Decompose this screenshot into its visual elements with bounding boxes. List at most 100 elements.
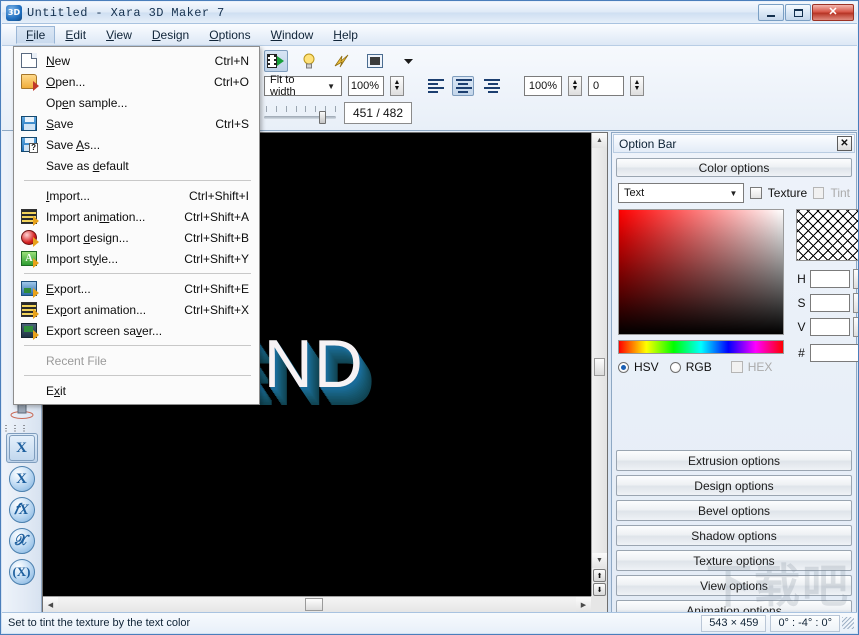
lighting-button[interactable]	[297, 50, 321, 72]
menu-view[interactable]: View	[96, 26, 142, 44]
menu-item-exit[interactable]: Exit	[14, 380, 259, 401]
menu-item-import-style[interactable]: A Import style... Ctrl+Shift+Y	[14, 248, 259, 269]
background-dropdown-button[interactable]	[396, 50, 420, 72]
minimize-button[interactable]	[758, 4, 784, 21]
rotate-stepper[interactable]: ▲▼	[630, 76, 644, 96]
menu-item-open-sample[interactable]: Open sample...	[14, 92, 259, 113]
menu-item-label: Open sample...	[46, 96, 127, 110]
menu-item-export-animation[interactable]: Export animation... Ctrl+Shift+X	[14, 299, 259, 320]
menu-separator	[24, 273, 251, 274]
color-target-combo[interactable]: Text ▼	[618, 183, 744, 203]
align-center-button[interactable]	[452, 76, 474, 96]
quick-render-button[interactable]	[330, 50, 354, 72]
menu-help[interactable]: Help	[323, 26, 368, 44]
zoom-mode-combo[interactable]: Fit to width ▼	[264, 76, 342, 96]
menu-file[interactable]: File	[16, 26, 55, 44]
horizontal-scroll-thumb[interactable]	[305, 598, 323, 611]
rotate-field[interactable]: 0	[588, 76, 624, 96]
align-left-button[interactable]	[424, 76, 446, 96]
zoom-percent-field[interactable]: 100%	[348, 76, 384, 96]
rgb-radio[interactable]	[670, 362, 681, 373]
tint-label: Tint	[830, 186, 850, 200]
section-texture-options[interactable]: Texture options	[616, 550, 852, 571]
toolbar-row-timeline: 451 / 482	[264, 102, 412, 124]
hue-stepper[interactable]: ▲▼	[853, 269, 859, 289]
menu-item-import-design[interactable]: Import design... Ctrl+Shift+B	[14, 227, 259, 248]
scroll-left-button[interactable]: ◀	[43, 597, 58, 612]
texture-checkbox[interactable]	[750, 187, 761, 199]
align-center-icon	[456, 79, 472, 81]
import-animation-icon	[18, 208, 40, 225]
hex-input[interactable]	[810, 344, 859, 362]
tint-checkbox[interactable]	[813, 187, 824, 199]
menu-design[interactable]: Design	[142, 26, 199, 44]
saturation-input[interactable]	[810, 294, 850, 312]
menu-edit[interactable]: Edit	[55, 26, 96, 44]
section-shadow-options[interactable]: Shadow options	[616, 525, 852, 546]
background-color-button[interactable]	[363, 50, 387, 72]
scroll-page-down-button[interactable]: ⬇	[593, 583, 606, 596]
menu-item-import[interactable]: Import... Ctrl+Shift+I	[14, 185, 259, 206]
tool-rail-item-1[interactable]: X	[6, 464, 38, 494]
menu-separator	[24, 345, 251, 346]
animation-toggle-button[interactable]	[264, 50, 288, 72]
saturation-stepper[interactable]: ▲▼	[853, 293, 859, 313]
scroll-up-button[interactable]: ▲	[592, 133, 607, 148]
tool-rail-item-2[interactable]: 𝑓X	[6, 495, 38, 525]
menu-item-save-as-default[interactable]: Save as default	[14, 155, 259, 176]
value-input[interactable]	[810, 318, 850, 336]
section-design-options[interactable]: Design options	[616, 475, 852, 496]
zoom-percent-stepper[interactable]: ▲▼	[390, 76, 404, 96]
animation-tool-icon: (X)	[9, 559, 35, 585]
section-bevel-options[interactable]: Bevel options	[616, 500, 852, 521]
blank-icon	[18, 352, 40, 369]
align-right-button[interactable]	[480, 76, 502, 96]
hue-slider[interactable]	[618, 340, 784, 354]
maximize-button[interactable]	[785, 4, 811, 21]
close-icon[interactable]: ✕	[837, 136, 852, 151]
scale-field[interactable]: 100%	[524, 76, 562, 96]
scale-stepper[interactable]: ▲▼	[568, 76, 582, 96]
menu-item-label: Save As...	[46, 138, 100, 152]
menu-item-save-as[interactable]: ? Save As...	[14, 134, 259, 155]
menu-options[interactable]: Options	[199, 26, 260, 44]
hsv-radio[interactable]	[618, 362, 629, 373]
saturation-value-picker[interactable]	[618, 209, 784, 335]
menu-item-export[interactable]: Export... Ctrl+Shift+E	[14, 278, 259, 299]
color-options-header[interactable]: Color options	[616, 158, 852, 177]
resize-grip-icon[interactable]	[842, 617, 854, 629]
menu-item-accel: Ctrl+Shift+I	[189, 189, 249, 203]
scroll-right-button[interactable]: ▶	[576, 597, 591, 612]
hue-label: H	[796, 272, 807, 286]
scroll-page-up-button[interactable]: ⬆	[593, 569, 606, 582]
tool-rail-item-4[interactable]: (X)	[6, 557, 38, 587]
menu-item-export-screen-saver[interactable]: Export screen saver...	[14, 320, 259, 341]
frame-slider[interactable]	[264, 102, 336, 124]
stepper-down-icon: ▼	[572, 86, 579, 92]
hex-checkbox[interactable]	[731, 361, 743, 373]
menu-window[interactable]: Window	[261, 26, 324, 44]
menu-item-open[interactable]: Open... Ctrl+O	[14, 71, 259, 92]
menu-item-accel: Ctrl+Shift+B	[184, 231, 249, 245]
close-button[interactable]: ✕	[812, 4, 854, 21]
color-swatch-preview[interactable]	[796, 209, 859, 261]
value-stepper[interactable]: ▲▼	[853, 317, 859, 337]
canvas-horizontal-scrollbar[interactable]: ◀ ▶	[43, 596, 591, 612]
menu-item-save[interactable]: Save Ctrl+S	[14, 113, 259, 134]
vertical-scroll-thumb[interactable]	[594, 358, 605, 376]
hue-input[interactable]	[810, 270, 850, 288]
menu-item-new[interactable]: New Ctrl+N	[14, 50, 259, 71]
stepper-down-icon: ▼	[634, 86, 641, 92]
frame-slider-thumb[interactable]	[319, 111, 326, 124]
tool-rail-item-3[interactable]: 𝒳	[6, 526, 38, 556]
section-extrusion-options[interactable]: Extrusion options	[616, 450, 852, 471]
canvas-vertical-scrollbar[interactable]: ▲ ▼ ⬆ ⬇	[591, 133, 607, 596]
tool-rail-item-0[interactable]: X	[6, 433, 38, 463]
color-options-header-label: Color options	[699, 161, 770, 175]
scroll-down-button[interactable]: ▼	[592, 553, 607, 568]
maximize-icon	[794, 9, 803, 17]
scrollbar-corner	[591, 596, 607, 612]
section-view-options[interactable]: View options	[616, 575, 852, 596]
menu-item-import-animation[interactable]: Import animation... Ctrl+Shift+A	[14, 206, 259, 227]
save-disk-icon	[18, 115, 40, 132]
